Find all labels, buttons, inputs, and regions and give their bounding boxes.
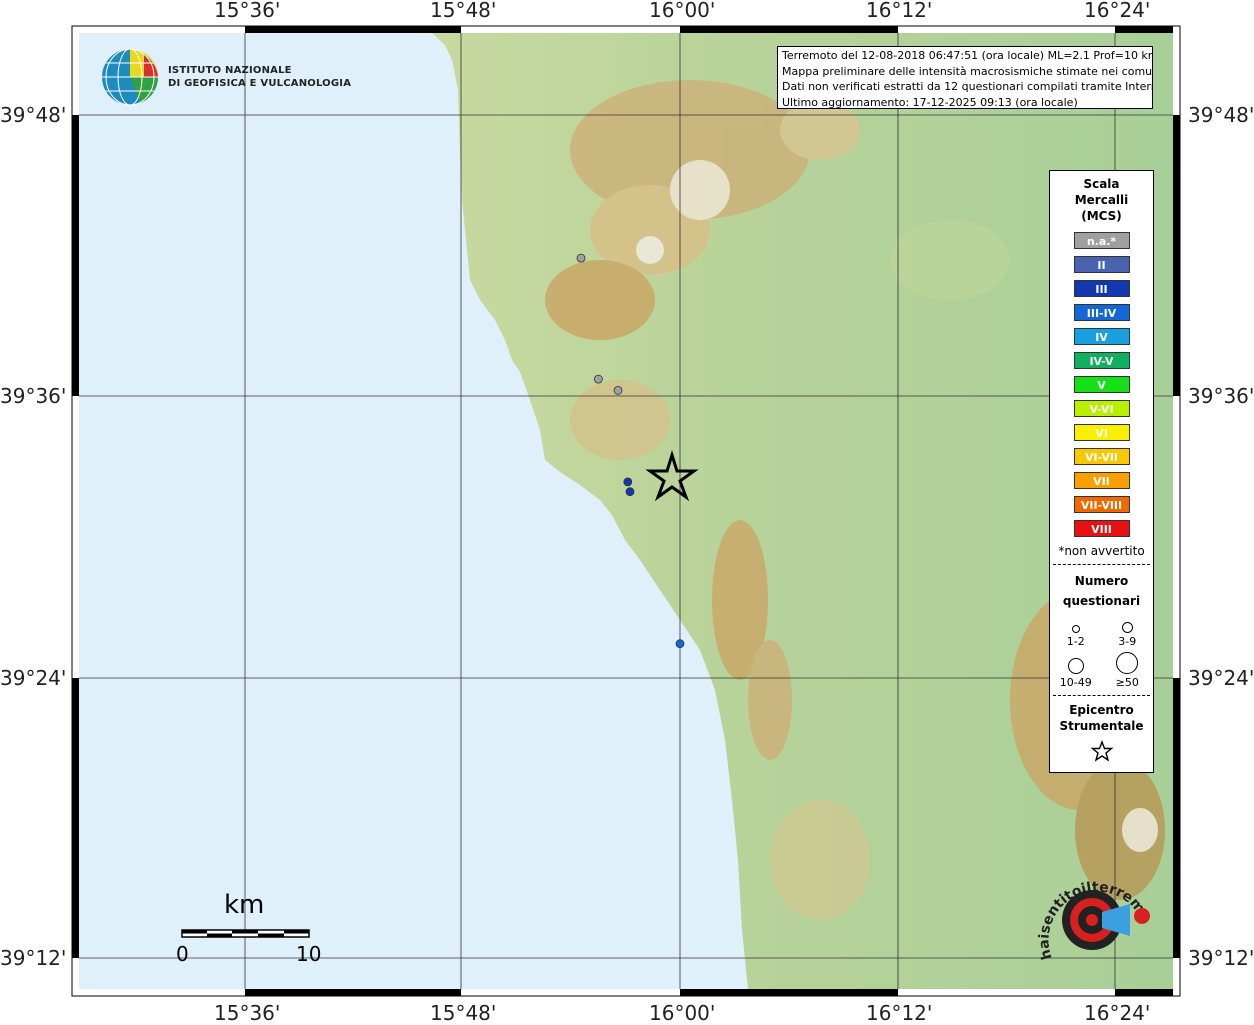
size-label: 1-2 [1066, 635, 1085, 648]
logo-line2: DI GEOFISICA E VULCANOLOGIA [168, 78, 352, 89]
intensity-swatch: n.a.* [1073, 232, 1130, 249]
logo-line1: ISTITUTO NAZIONALE [168, 65, 292, 76]
questionnaire-size-key: 1-2 3-9 10-49 ≥50 [1050, 617, 1153, 689]
epi-title-line: Epicentro [1069, 703, 1134, 717]
observation-point [594, 374, 603, 384]
size-circle-small [1071, 625, 1080, 633]
scale-bar: km 0 10 [176, 890, 321, 970]
observation-point [576, 253, 586, 263]
size-circle-large [1067, 658, 1084, 674]
ingv-logo: ISTITUTO NAZIONALE DI GEOFISICA E VULCAN… [100, 47, 351, 107]
scale-bar-graphic [181, 929, 310, 938]
epicenter-title: Epicentro Strumentale [1050, 702, 1153, 734]
observation-point [675, 639, 685, 649]
info-line: Mappa preliminare delle intensità macros… [782, 64, 1153, 78]
intensity-swatch: IV-V [1073, 352, 1130, 369]
lon-label-bottom: 16°24' [1084, 1001, 1151, 1025]
lon-label-top: 15°36' [214, 0, 281, 22]
legend-title-line: (MCS) [1081, 209, 1122, 223]
scale-unit: km [224, 890, 265, 920]
lat-label-left: 39°36' [0, 384, 67, 408]
info-line: Ultimo aggiornamento: 17-12-2025 09:13 (… [782, 95, 1078, 109]
observation-point [625, 487, 635, 497]
questionnaire-title: Numero questionari [1050, 571, 1153, 611]
lat-label-right: 39°36' [1188, 384, 1254, 408]
q-title-line: Numero [1074, 574, 1129, 588]
star-icon [1090, 740, 1113, 762]
lat-label-right: 39°48' [1188, 103, 1254, 127]
intensity-swatch: V-VI [1073, 400, 1130, 417]
intensity-swatches: n.a.* II III III-IV IV IV-V V V-VI VI VI-VII VII VI… [1050, 232, 1153, 537]
lat-label-left: 39°24' [0, 666, 67, 690]
size-label: 10-49 [1059, 676, 1092, 689]
lon-label-bottom: 16°00' [649, 1001, 716, 1025]
epi-title-line: Strumentale [1059, 719, 1144, 733]
size-label: ≥50 [1115, 676, 1139, 689]
intensity-swatch: III [1073, 280, 1130, 297]
lon-label-bottom: 15°36' [214, 1001, 281, 1025]
lat-label-left: 39°12' [0, 946, 67, 970]
intensity-swatch: V [1073, 376, 1130, 393]
lon-label-top: 16°24' [1084, 0, 1151, 22]
scale-end: 10 [296, 942, 322, 966]
observation-point [613, 385, 623, 395]
hai-sentito-logo: haisentitoilterremoto.it [1030, 860, 1154, 961]
observation-point [623, 477, 633, 487]
intensity-swatch: VI-VII [1073, 448, 1130, 465]
lon-label-top: 16°12' [866, 0, 933, 22]
lon-label-bottom: 16°12' [866, 1001, 933, 1025]
q-title-line: questionari [1062, 594, 1141, 608]
intensity-swatch: III-IV [1073, 304, 1130, 321]
intensity-swatch: II [1073, 256, 1130, 273]
legend-title: Scala Mercalli (MCS) [1050, 176, 1153, 224]
mcs-legend: Scala Mercalli (MCS) n.a.* II III III-IV IV I… [1049, 170, 1154, 773]
globe-icon [102, 48, 158, 106]
lon-label-top: 15°48' [430, 0, 497, 22]
lat-label-right: 39°12' [1188, 946, 1254, 970]
legend-divider [1053, 695, 1150, 696]
size-circle-xlarge [1116, 652, 1139, 674]
legend-title-line: Scala [1083, 177, 1120, 191]
lat-label-right: 39°24' [1188, 666, 1254, 690]
size-label: 3-9 [1118, 635, 1137, 648]
lat-label-left: 39°48' [0, 103, 67, 127]
info-line: Terremoto del 12-08-2018 06:47:51 (ora l… [782, 49, 1153, 62]
lon-label-top: 16°00' [649, 0, 716, 22]
legend-title-line: Mercalli [1074, 193, 1129, 207]
intensity-swatch: VI [1073, 424, 1130, 441]
intensity-swatch: VIII [1073, 520, 1130, 537]
legend-divider [1053, 564, 1150, 565]
intensity-swatch: IV [1073, 328, 1130, 345]
lon-label-bottom: 15°48' [430, 1001, 497, 1025]
legend-note: *non avvertito [1058, 544, 1145, 558]
scale-start: 0 [176, 942, 189, 966]
size-circle-medium [1121, 622, 1133, 633]
intensity-swatch: VII [1073, 472, 1130, 489]
intensity-swatch: VII-VIII [1073, 496, 1130, 513]
info-line: Dati non verificati estratti da 12 quest… [782, 80, 1153, 93]
event-info-box: Terremoto del 12-08-2018 06:47:51 (ora l… [777, 46, 1153, 109]
